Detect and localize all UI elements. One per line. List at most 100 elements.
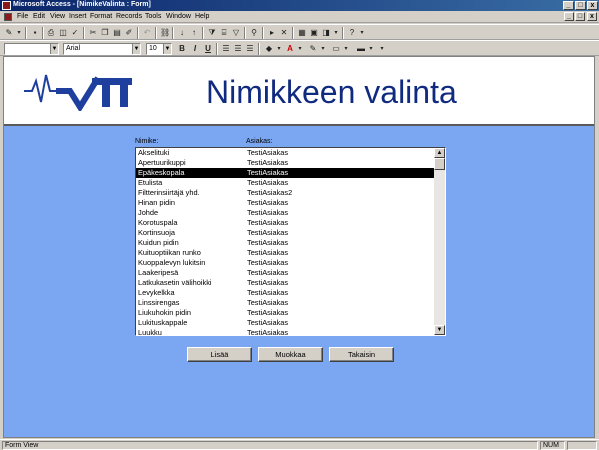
minimize-button[interactable]: _ [563, 1, 574, 10]
new-object-icon[interactable]: ◨ [321, 28, 331, 38]
list-item[interactable]: Johde TestiAsiakas [136, 208, 434, 218]
maximize-button[interactable]: □ [575, 1, 586, 10]
mdi-close-button[interactable]: x [587, 12, 597, 21]
list-item[interactable]: Levykelkka TestiAsiakas [136, 288, 434, 298]
mdi-minimize-button[interactable]: _ [564, 12, 574, 21]
chevron-down-icon[interactable]: ▼ [163, 44, 171, 54]
align-left-icon[interactable]: ☰ [221, 44, 231, 54]
list-item-nimike: Linssirengas [138, 298, 180, 307]
filter-by-selection-icon[interactable]: ⧩ [207, 28, 217, 38]
toolbar-options-icon[interactable]: ▾ [357, 28, 367, 38]
spelling-icon[interactable]: ✓ [70, 28, 80, 38]
toolbar-separator [172, 27, 174, 39]
fill-color-dropdown-icon[interactable]: ▾ [274, 44, 284, 54]
list-item[interactable]: Liukuhokin pidin TestiAsiakas [136, 308, 434, 318]
underline-button[interactable]: U [203, 44, 213, 54]
italic-button[interactable]: I [190, 44, 200, 54]
fill-color-icon[interactable]: ◆ [264, 44, 274, 54]
special-effect-dropdown-icon[interactable]: ▾ [366, 44, 376, 54]
list-item[interactable]: Korotuspala TestiAsiakas [136, 218, 434, 228]
line-color-icon[interactable]: ✎ [308, 44, 318, 54]
find-icon[interactable]: ⚲ [249, 28, 259, 38]
menu-format[interactable]: Format [90, 13, 112, 20]
item-listbox[interactable]: Akselituki TestiAsiakas Apertuurikuppi Test… [135, 147, 446, 336]
list-item[interactable]: Epäkeskopala TestiAsiakas [136, 168, 434, 178]
list-item-asiakas: TestiAsiakas2 [247, 188, 293, 197]
list-item[interactable]: Kuoppalevyn lukitsin TestiAsiakas [136, 258, 434, 268]
list-item[interactable]: Linssirengas TestiAsiakas [136, 298, 434, 308]
view-dropdown-icon[interactable]: ▾ [14, 28, 24, 38]
properties-icon[interactable]: ▦ [297, 28, 307, 38]
print-icon[interactable]: ⎙ [46, 28, 56, 38]
list-item[interactable]: Laakeripesä TestiAsiakas [136, 268, 434, 278]
list-item[interactable]: Kuidun pidin TestiAsiakas [136, 238, 434, 248]
list-item[interactable]: Apertuurikuppi TestiAsiakas [136, 158, 434, 168]
save-icon[interactable]: ▪ [30, 28, 40, 38]
close-button[interactable]: x [587, 1, 598, 10]
view-icon[interactable]: ✎ [4, 28, 14, 38]
delete-record-icon[interactable]: ✕ [279, 28, 289, 38]
insert-hyperlink-icon[interactable]: ⛓ [160, 28, 170, 38]
scroll-thumb[interactable] [434, 158, 445, 170]
list-item[interactable]: Kuituoptiikan runko TestiAsiakas [136, 248, 434, 258]
list-item[interactable]: Luukku TestiAsiakas [136, 328, 434, 335]
mdi-restore-button[interactable]: □ [575, 12, 585, 21]
list-item[interactable]: Latkukasetin välihoikki TestiAsiakas [136, 278, 434, 288]
new-record-icon[interactable]: ▸ [267, 28, 277, 38]
scroll-up-icon[interactable]: ▲ [434, 148, 445, 158]
format-painter-icon[interactable]: ✐ [124, 28, 134, 38]
back-button[interactable]: Takaisin [329, 347, 394, 362]
toolbar-separator [25, 27, 27, 39]
copy-icon[interactable]: ❐ [100, 28, 110, 38]
menu-window[interactable]: Window [166, 13, 191, 20]
listbox-scrollbar[interactable]: ▲ ▼ [434, 148, 445, 335]
font-size-combo[interactable]: 10 ▼ [146, 43, 172, 55]
font-color-icon[interactable]: A [285, 44, 295, 54]
menu-edit[interactable]: Edit [33, 13, 45, 20]
toolbar-separator [83, 27, 85, 39]
sort-ascending-icon[interactable]: ↓ [177, 28, 187, 38]
undo-icon[interactable]: ↶ [142, 28, 152, 38]
database-window-icon[interactable]: ▣ [309, 28, 319, 38]
chevron-down-icon[interactable]: ▼ [132, 44, 140, 54]
line-width-icon[interactable]: ▭ [331, 44, 341, 54]
apply-filter-icon[interactable]: ▽ [231, 28, 241, 38]
line-color-dropdown-icon[interactable]: ▾ [318, 44, 328, 54]
align-center-icon[interactable]: ☰ [233, 44, 243, 54]
bold-button[interactable]: B [177, 44, 187, 54]
help-icon[interactable]: ? [347, 28, 357, 38]
list-item[interactable]: Akselituki TestiAsiakas [136, 148, 434, 158]
access-app-icon[interactable] [2, 1, 11, 10]
form-icon[interactable] [4, 13, 12, 21]
toolbar-options-icon[interactable]: ▾ [377, 44, 387, 54]
font-color-dropdown-icon[interactable]: ▾ [295, 44, 305, 54]
edit-button[interactable]: Muokkaa [258, 347, 323, 362]
menu-insert[interactable]: Insert [69, 13, 87, 20]
list-item[interactable]: Filtterinsiirtäjä yhd. TestiAsiakas2 [136, 188, 434, 198]
scroll-down-icon[interactable]: ▼ [434, 325, 445, 335]
font-combo[interactable]: Arial ▼ [63, 43, 141, 55]
list-item[interactable]: Kortinsuoja TestiAsiakas [136, 228, 434, 238]
list-item-nimike: Kuidun pidin [138, 238, 179, 247]
menu-tools[interactable]: Tools [145, 13, 161, 20]
paste-icon[interactable]: ▤ [112, 28, 122, 38]
filter-by-form-icon[interactable]: ⌸ [219, 28, 229, 38]
new-object-dropdown-icon[interactable]: ▾ [331, 28, 341, 38]
line-width-dropdown-icon[interactable]: ▾ [341, 44, 351, 54]
add-button[interactable]: Lisää [187, 347, 252, 362]
list-item[interactable]: Etulista TestiAsiakas [136, 178, 434, 188]
sort-descending-icon[interactable]: ↑ [189, 28, 199, 38]
menu-records[interactable]: Records [116, 13, 142, 20]
object-combo[interactable]: ▼ [4, 43, 59, 55]
chevron-down-icon[interactable]: ▼ [50, 44, 58, 54]
cut-icon[interactable]: ✂ [88, 28, 98, 38]
list-item[interactable]: Hinan pidin TestiAsiakas [136, 198, 434, 208]
align-right-icon[interactable]: ☰ [245, 44, 255, 54]
menu-help[interactable]: Help [195, 13, 209, 20]
menu-file[interactable]: File [17, 13, 28, 20]
print-preview-icon[interactable]: ◫ [58, 28, 68, 38]
menu-view[interactable]: View [50, 13, 65, 20]
list-item-nimike: Kuoppalevyn lukitsin [138, 258, 206, 267]
special-effect-icon[interactable]: ▬ [356, 44, 366, 54]
list-item[interactable]: Lukituskappale TestiAsiakas [136, 318, 434, 328]
